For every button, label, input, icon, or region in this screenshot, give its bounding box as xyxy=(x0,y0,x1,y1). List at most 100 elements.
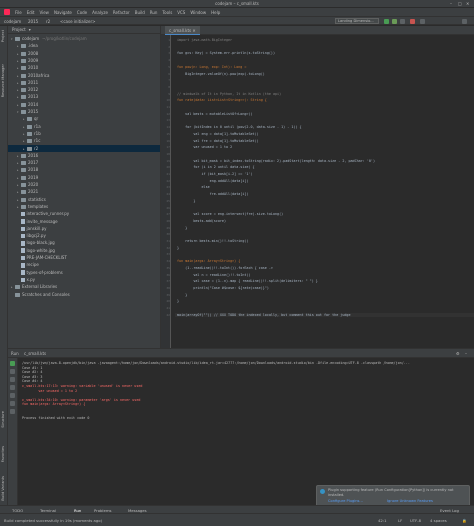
run-tab-c-small[interactable]: c_small.kts xyxy=(24,351,46,356)
tree-item[interactable]: ▸ 2018 xyxy=(8,166,160,173)
tree-item[interactable]: ▸ 2012 xyxy=(8,86,160,93)
tree-item[interactable]: ▸ 2019 xyxy=(8,174,160,181)
project-tool-tab[interactable]: Project xyxy=(1,30,5,42)
scroll-down-icon[interactable] xyxy=(10,385,15,390)
breadcrumb-project[interactable]: codejam xyxy=(4,19,21,24)
tree-item[interactable]: ▸ 2017 xyxy=(8,159,160,166)
debug-icon[interactable] xyxy=(392,19,397,24)
menu-refactor[interactable]: Refactor xyxy=(113,10,130,15)
menu-code[interactable]: Code xyxy=(77,10,87,15)
close-icon[interactable]: ✕ xyxy=(466,1,469,6)
lock-icon[interactable]: 🔒 xyxy=(462,518,467,523)
menu-help[interactable]: Help xyxy=(211,10,220,15)
resource-manager-tool-tab[interactable]: Resource Manager xyxy=(1,64,5,97)
tree-item[interactable]: ▸ External Libraries xyxy=(8,283,160,290)
tree-item[interactable]: ▸ 2010 xyxy=(8,64,160,71)
tree-item[interactable]: ▸ 2020 xyxy=(8,181,160,188)
coverage-icon[interactable] xyxy=(400,19,405,24)
tree-item[interactable]: ▸ qr xyxy=(8,115,160,122)
tab-event-log[interactable]: Event Log xyxy=(440,508,459,513)
caret-position[interactable]: 42:1 xyxy=(378,518,387,523)
menu-analyze[interactable]: Analyze xyxy=(92,10,108,15)
scroll-up-icon[interactable] xyxy=(10,377,15,382)
structure-tool-tab[interactable]: Structure xyxy=(1,411,5,428)
search-icon[interactable] xyxy=(462,19,467,24)
tree-item[interactable]: logo-black.jpg xyxy=(8,239,160,246)
menu-vcs[interactable]: VCS xyxy=(177,10,185,15)
tree-item[interactable]: Scratches and Consoles xyxy=(8,291,160,298)
print-icon[interactable] xyxy=(10,401,15,406)
tree-item[interactable]: ▸ r1c xyxy=(8,137,160,144)
chevron-down-icon[interactable]: ▾ xyxy=(29,27,31,32)
run-icon[interactable] xyxy=(384,19,389,24)
menu-tools[interactable]: Tools xyxy=(162,10,172,15)
menu-navigate[interactable]: Navigate xyxy=(54,10,72,15)
tree-item[interactable]: ▸ 2010africa xyxy=(8,72,160,79)
menu-build[interactable]: Build xyxy=(135,10,145,15)
rerun-icon[interactable] xyxy=(10,361,15,366)
tree-item[interactable]: ▸ templates xyxy=(8,203,160,210)
tree-item[interactable]: interactive_runner.py xyxy=(8,210,160,217)
tree-item[interactable]: ▸ 2013 xyxy=(8,93,160,100)
favorites-tool-tab[interactable]: Favorites xyxy=(1,446,5,462)
soft-wrap-icon[interactable] xyxy=(10,393,15,398)
tree-item[interactable]: janskill.py xyxy=(8,225,160,232)
run-configuration-select[interactable]: Landing Dimensio... xyxy=(335,18,379,24)
tree-item[interactable]: ▸ statistics xyxy=(8,196,160,203)
tree-item[interactable]: ▸ 2021 xyxy=(8,188,160,195)
maximize-icon[interactable]: □ xyxy=(458,1,462,6)
tree-item[interactable]: ▾ 2015 xyxy=(8,108,160,115)
menu-window[interactable]: Window xyxy=(190,10,206,15)
tree-item[interactable]: libgcj2.py xyxy=(8,232,160,239)
tree-item[interactable]: ▸ 2016 xyxy=(8,152,160,159)
tree-item[interactable]: ▸ 2009 xyxy=(8,57,160,64)
project-panel-title[interactable]: Project xyxy=(12,27,26,32)
status-message[interactable]: Build completed successfully in 19s (mom… xyxy=(4,518,102,523)
tree-item[interactable]: recipe xyxy=(8,261,160,268)
tree-item[interactable]: PRE-JAM-CHECKLIST xyxy=(8,254,160,261)
tree-item[interactable]: ▸ 2011 xyxy=(8,79,160,86)
menu-file[interactable]: File xyxy=(15,10,22,15)
hide-panel-icon[interactable]: – xyxy=(465,351,467,356)
editor-tab-c-small[interactable]: c_small.kts ✕ xyxy=(165,26,200,35)
close-tab-icon[interactable]: ✕ xyxy=(192,28,195,33)
tree-item[interactable]: logo-white.jpg xyxy=(8,247,160,254)
code-line: // mindwalk of It in Python, It in Kotli… xyxy=(177,91,282,96)
stop-icon[interactable] xyxy=(410,19,415,24)
ignore-features-link[interactable]: Ignore Unknown Features xyxy=(387,499,433,503)
minimize-icon[interactable]: – xyxy=(450,1,452,6)
tree-item-label: r2 xyxy=(34,145,39,151)
line-number: 18 xyxy=(166,151,170,156)
tree-item[interactable]: ▸ 2008 xyxy=(8,50,160,57)
tree-item[interactable]: ▸ 2014 xyxy=(8,101,160,108)
file-encoding[interactable]: UTF-8 xyxy=(410,518,421,523)
folder-icon xyxy=(21,102,26,107)
menu-view[interactable]: View xyxy=(39,10,49,15)
tree-item[interactable]: x.py xyxy=(8,276,160,283)
tab-terminal[interactable]: Terminal xyxy=(40,508,56,513)
indent-setting[interactable]: 4 spaces xyxy=(430,518,447,523)
tab-run[interactable]: Run xyxy=(74,508,81,513)
build-variants-tool-tab[interactable]: Build Variants xyxy=(1,476,5,501)
tree-item[interactable]: ▾ codejam ~/prog/kotlin/codejam xyxy=(8,35,160,42)
tree-item[interactable]: ▸ r1a xyxy=(8,123,160,130)
breadcrumb-year[interactable]: 2015 xyxy=(28,19,38,24)
tree-item[interactable]: invite_message xyxy=(8,218,160,225)
menu-run[interactable]: Run xyxy=(150,10,158,15)
tree-item[interactable]: ▸ r1b xyxy=(8,130,160,137)
build-icon[interactable] xyxy=(420,19,425,24)
line-separator[interactable]: LF xyxy=(398,518,402,523)
menu-edit[interactable]: Edit xyxy=(27,10,35,15)
configure-plugins-link[interactable]: Configure Plugins... xyxy=(328,499,363,503)
tree-item[interactable]: types-of-problems xyxy=(8,269,160,276)
tree-item[interactable]: ▸ .idea xyxy=(8,42,160,49)
tab-messages[interactable]: Messages xyxy=(128,508,147,513)
tab-todo[interactable]: TODO xyxy=(12,508,23,513)
breadcrumb-symbol[interactable]: <case initializer> xyxy=(60,19,96,24)
tree-item[interactable]: ▸ r2 xyxy=(8,144,160,152)
settings-gear-icon[interactable]: ⚙ xyxy=(456,351,460,356)
trash-icon[interactable] xyxy=(10,409,15,414)
tab-problems[interactable]: Problems xyxy=(94,508,112,513)
breadcrumb-round[interactable]: r2 xyxy=(46,19,50,24)
stop-run-icon[interactable] xyxy=(10,369,15,374)
